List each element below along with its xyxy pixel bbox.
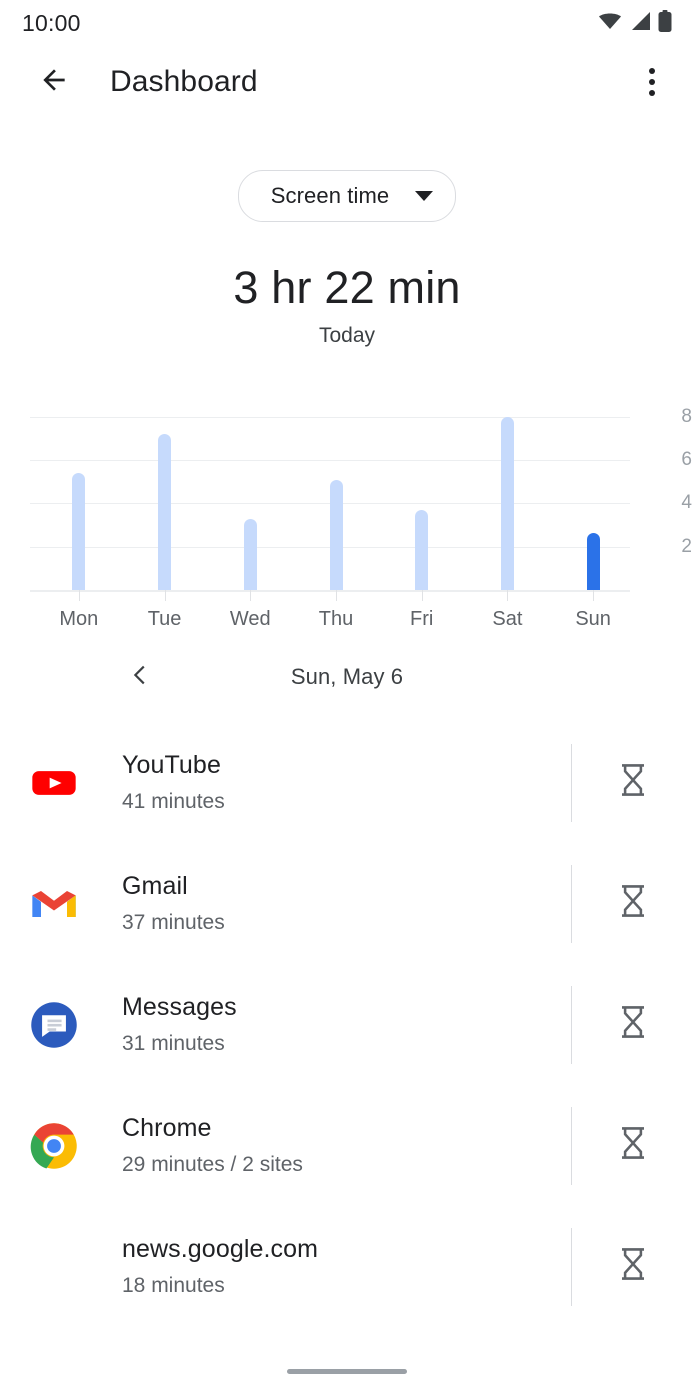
total-screen-time: 3 hr 22 min — [233, 262, 461, 313]
chart-gridline — [30, 416, 630, 418]
set-app-timer-button[interactable] — [572, 1247, 694, 1286]
app-usage-row[interactable]: Gmail 37 minutes — [0, 843, 694, 964]
chart-x-tick — [507, 590, 509, 601]
chrome-icon — [26, 1118, 82, 1174]
chart-x-tick — [164, 590, 166, 601]
cell-signal-icon — [629, 11, 651, 36]
hourglass-icon — [618, 884, 648, 923]
filter-chip-row: Screen time — [0, 170, 694, 222]
chart-y-tick-label: 2 — [681, 535, 692, 557]
chevron-left-icon — [127, 662, 153, 693]
chart-x-label-wed: Wed — [229, 608, 271, 630]
app-usage-text: Chrome 29 minutes / 2 sites — [122, 1113, 571, 1177]
page-title: Dashboard — [110, 65, 258, 98]
hourglass-icon — [618, 763, 648, 802]
youtube-icon — [26, 755, 82, 811]
chart-bar-sat[interactable] — [500, 416, 514, 590]
previous-day-button[interactable] — [118, 655, 162, 699]
set-app-timer-button[interactable] — [572, 763, 694, 802]
chart-x-tick — [593, 590, 595, 601]
app-usage-list: YouTube 41 minutes Gmail 37 minutes Messages… — [0, 722, 694, 1327]
app-usage-row[interactable]: Messages 31 minutes — [0, 964, 694, 1085]
app-name: news.google.com — [122, 1235, 319, 1264]
battery-icon — [658, 9, 672, 37]
chevron-down-icon — [415, 191, 434, 201]
app-usage-row[interactable]: YouTube 41 minutes — [0, 722, 694, 843]
back-button[interactable] — [34, 62, 74, 102]
chart-bar-thu[interactable] — [329, 479, 343, 590]
app-usage-text: Messages 31 minutes — [122, 992, 571, 1056]
chart-x-label-sun: Sun — [575, 608, 611, 630]
app-bar: Dashboard — [0, 46, 694, 118]
chart-x-label-mon: Mon — [59, 608, 99, 630]
app-usage-duration: 41 minutes — [122, 790, 225, 814]
status-bar-icons — [598, 9, 672, 37]
chart-y-tick-label: 8 — [681, 405, 692, 427]
chart-bar-fri[interactable] — [415, 509, 429, 590]
set-app-timer-button[interactable] — [572, 1005, 694, 1044]
overflow-menu-button[interactable] — [632, 60, 672, 104]
more-vert-icon — [649, 79, 655, 85]
app-name: YouTube — [122, 751, 221, 780]
chart-x-tick — [421, 590, 423, 601]
chart-x-tick — [250, 590, 252, 601]
chart-gridline — [30, 460, 630, 462]
app-name: Messages — [122, 993, 237, 1022]
set-app-timer-button[interactable] — [572, 1126, 694, 1165]
app-usage-duration: 18 minutes — [122, 1274, 225, 1298]
app-usage-duration: 37 minutes — [122, 911, 225, 935]
chart-y-tick-label: 4 — [681, 492, 692, 514]
hourglass-icon — [618, 1005, 648, 1044]
messages-icon — [26, 997, 82, 1053]
hourglass-icon — [618, 1247, 648, 1286]
chart-x-label-thu: Thu — [318, 608, 354, 630]
chart-y-tick-label: 6 — [681, 449, 692, 471]
chart-x-label-sat: Sat — [492, 608, 523, 630]
chart-bar-tue[interactable] — [158, 434, 172, 590]
app-icon-placeholder — [26, 1239, 82, 1295]
chart-x-label-fri: Fri — [410, 608, 434, 630]
app-name: Chrome — [122, 1114, 212, 1143]
arrow-back-icon — [38, 64, 70, 101]
status-bar: 10:00 — [0, 0, 694, 46]
app-usage-duration: 31 minutes — [122, 1032, 225, 1056]
home-indicator[interactable] — [287, 1369, 407, 1374]
chart-bar-mon[interactable] — [72, 473, 86, 590]
selected-date-label: Sun, May 6 — [290, 664, 404, 689]
chart-x-label-tue: Tue — [147, 608, 182, 630]
app-usage-row[interactable]: Chrome 29 minutes / 2 sites — [0, 1085, 694, 1206]
screen-time-filter-chip[interactable]: Screen time — [237, 170, 457, 222]
chart-bar-wed[interactable] — [243, 518, 257, 590]
date-navigation: Sun, May 6 — [0, 646, 694, 708]
weekly-usage-chart: 2 4 6 8 Mon Tue Wed Thu Fri Sat Sun — [0, 386, 694, 630]
gmail-icon — [26, 876, 82, 932]
filter-chip-label: Screen time — [270, 183, 390, 208]
app-name: Gmail — [122, 872, 188, 901]
chart-plot-area: 2 4 6 8 — [30, 386, 692, 606]
app-usage-duration: 29 minutes / 2 sites — [122, 1153, 303, 1177]
app-usage-row[interactable]: news.google.com 18 minutes — [0, 1206, 694, 1327]
app-usage-text: news.google.com 18 minutes — [122, 1234, 571, 1298]
summary-period-label: Today — [318, 324, 376, 347]
chart-x-tick — [336, 590, 337, 601]
status-bar-clock: 10:00 — [22, 9, 81, 36]
chart-bar-sun[interactable] — [586, 532, 600, 590]
app-usage-text: Gmail 37 minutes — [122, 871, 571, 935]
wifi-icon — [598, 11, 622, 36]
more-vert-icon — [649, 68, 655, 74]
set-app-timer-button[interactable] — [572, 884, 694, 923]
hourglass-icon — [618, 1126, 648, 1165]
chart-x-tick — [78, 590, 80, 601]
app-usage-text: YouTube 41 minutes — [122, 750, 571, 814]
chart-x-axis: Mon Tue Wed Thu Fri Sat Sun — [30, 590, 630, 630]
more-vert-icon — [649, 90, 655, 96]
